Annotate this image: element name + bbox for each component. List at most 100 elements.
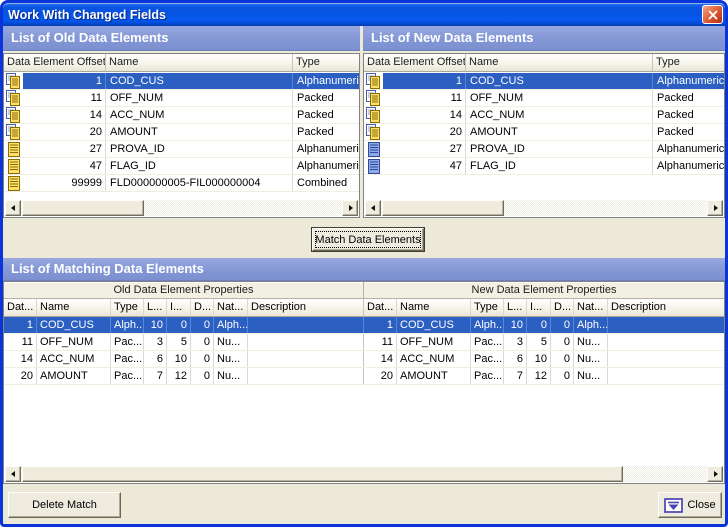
type-cell: Pac... xyxy=(471,351,504,367)
old-column-header-1[interactable]: Name xyxy=(37,299,111,316)
native-cell: Nu... xyxy=(214,368,248,384)
old-column-header-3[interactable]: L... xyxy=(144,299,167,316)
name-cell: AMOUNT xyxy=(397,368,471,384)
dat-cell: 14 xyxy=(4,351,37,367)
element-row[interactable]: 27PROVA_IDAlphanumeric xyxy=(4,141,359,158)
scroll-right-button[interactable] xyxy=(707,466,723,482)
element-changed-icon xyxy=(4,124,23,140)
old-column-header-6[interactable]: Nat... xyxy=(214,299,248,316)
matching-row[interactable]: 1COD_CUSAlph...1000Alph...1COD_CUSAlph..… xyxy=(4,317,724,334)
scroll-left-button[interactable] xyxy=(5,200,21,216)
offset-cell: 14 xyxy=(383,107,466,123)
match-data-elements-button[interactable]: Match Data Elements xyxy=(312,228,424,251)
description-cell xyxy=(248,368,364,384)
new-column-header-0[interactable]: Dat... xyxy=(364,299,397,316)
column-header-type[interactable]: Type xyxy=(653,54,724,71)
type-cell: Alph... xyxy=(111,317,144,333)
titlebar[interactable]: Work With Changed Fields xyxy=(3,3,725,26)
element-row[interactable]: 47FLAG_IDAlphanumeric xyxy=(4,158,359,175)
new-column-header-6[interactable]: Nat... xyxy=(574,299,608,316)
scroll-right-button[interactable] xyxy=(342,200,358,216)
element-row[interactable]: 11OFF_NUMPacked xyxy=(4,90,359,107)
right-arrow-icon xyxy=(714,471,721,477)
column-header-offset[interactable]: Data Element Offset xyxy=(364,54,466,71)
name-cell: COD_CUS xyxy=(397,317,471,333)
matching-row[interactable]: 14ACC_NUMPac...6100Nu...14ACC_NUMPac...6… xyxy=(4,351,724,368)
element-row[interactable]: 14ACC_NUMPacked xyxy=(4,107,359,124)
left-arrow-icon xyxy=(8,471,15,477)
scroll-left-button[interactable] xyxy=(365,200,381,216)
element-row[interactable]: 20AMOUNTPacked xyxy=(4,124,359,141)
name-cell: AMOUNT xyxy=(466,124,653,140)
element-row[interactable]: 27PROVA_IDAlphanumeric xyxy=(364,141,724,158)
length-cell: 6 xyxy=(504,351,527,367)
element-row[interactable]: 99999FLD000000005-FIL000000004Combined xyxy=(4,175,359,192)
name-cell: AMOUNT xyxy=(106,124,293,140)
close-window-button[interactable] xyxy=(702,5,723,24)
new-column-header-2[interactable]: Type xyxy=(471,299,504,316)
close-button[interactable]: Close xyxy=(658,492,722,518)
column-header-type[interactable]: Type xyxy=(293,54,359,71)
new-column-header-4[interactable]: I... xyxy=(527,299,551,316)
matching-row[interactable]: 20AMOUNTPac...7120Nu...20AMOUNTPac...712… xyxy=(4,368,724,385)
element-row[interactable]: 20AMOUNTPacked xyxy=(364,124,724,141)
old-column-header-4[interactable]: I... xyxy=(167,299,191,316)
element-row[interactable]: 14ACC_NUMPacked xyxy=(364,107,724,124)
close-icon xyxy=(708,10,718,20)
close-door-icon xyxy=(664,498,683,513)
description-cell xyxy=(608,334,724,350)
integer-cell: 12 xyxy=(167,368,191,384)
column-header-name[interactable]: Name xyxy=(466,54,653,71)
element-changed-icon xyxy=(364,73,383,89)
new-column-header-3[interactable]: L... xyxy=(504,299,527,316)
close-button-label: Close xyxy=(687,499,715,511)
native-cell: Nu... xyxy=(574,368,608,384)
new-table-hscrollbar[interactable] xyxy=(365,200,723,216)
element-row[interactable]: 1COD_CUSAlphanumeric xyxy=(364,73,724,90)
new-elements-section-title: List of New Data Elements xyxy=(371,30,534,45)
element-row[interactable]: 47FLAG_IDAlphanumeric xyxy=(364,158,724,175)
new-column-header-1[interactable]: Name xyxy=(397,299,471,316)
native-cell: Alph... xyxy=(214,317,248,333)
scrollbar-thumb[interactable] xyxy=(22,466,623,482)
old-column-header-7[interactable]: Description xyxy=(248,299,364,316)
type-cell: Alph... xyxy=(471,317,504,333)
matching-row[interactable]: 11OFF_NUMPac...350Nu...11OFF_NUMPac...35… xyxy=(4,334,724,351)
delete-match-button[interactable]: Delete Match xyxy=(8,492,121,518)
offset-cell: 99999 xyxy=(23,175,106,191)
old-column-header-2[interactable]: Type xyxy=(111,299,144,316)
matching-table-hscrollbar[interactable] xyxy=(5,466,723,482)
name-cell: COD_CUS xyxy=(466,73,653,89)
matching-elements-table: Old Data Element Properties New Data Ele… xyxy=(3,281,725,484)
name-cell: COD_CUS xyxy=(37,317,111,333)
new-table-header-row: Data Element Offset Name Type xyxy=(364,54,724,72)
offset-cell: 11 xyxy=(23,90,106,106)
scroll-left-button[interactable] xyxy=(5,466,21,482)
new-column-header-5[interactable]: D... xyxy=(551,299,574,316)
old-elements-section-title: List of Old Data Elements xyxy=(11,30,168,45)
element-row[interactable]: 1COD_CUSAlphanumeric xyxy=(4,73,359,90)
column-header-name[interactable]: Name xyxy=(106,54,293,71)
description-cell xyxy=(248,317,364,333)
integer-cell: 0 xyxy=(527,317,551,333)
type-cell: Packed xyxy=(293,124,359,140)
length-cell: 10 xyxy=(144,317,167,333)
decimal-cell: 0 xyxy=(551,368,574,384)
matching-table-header-row: Dat...NameTypeL...I...D...Nat...Descript… xyxy=(4,299,724,317)
new-table-body: 1COD_CUSAlphanumeric11OFF_NUMPacked14ACC… xyxy=(364,73,724,199)
old-column-header-0[interactable]: Dat... xyxy=(4,299,37,316)
old-table-hscrollbar[interactable] xyxy=(5,200,358,216)
column-header-offset[interactable]: Data Element Offset xyxy=(4,54,106,71)
scrollbar-thumb[interactable] xyxy=(382,200,504,216)
new-column-header-7[interactable]: Description xyxy=(608,299,724,316)
scroll-right-button[interactable] xyxy=(707,200,723,216)
name-cell: ACC_NUM xyxy=(37,351,111,367)
dat-cell: 11 xyxy=(4,334,37,350)
type-cell: Packed xyxy=(293,107,359,123)
dialog-window: Work With Changed Fields List of Old Dat… xyxy=(0,0,728,527)
dat-cell: 11 xyxy=(364,334,397,350)
scrollbar-thumb[interactable] xyxy=(22,200,144,216)
old-column-header-5[interactable]: D... xyxy=(191,299,214,316)
dat-cell: 1 xyxy=(364,317,397,333)
element-row[interactable]: 11OFF_NUMPacked xyxy=(364,90,724,107)
